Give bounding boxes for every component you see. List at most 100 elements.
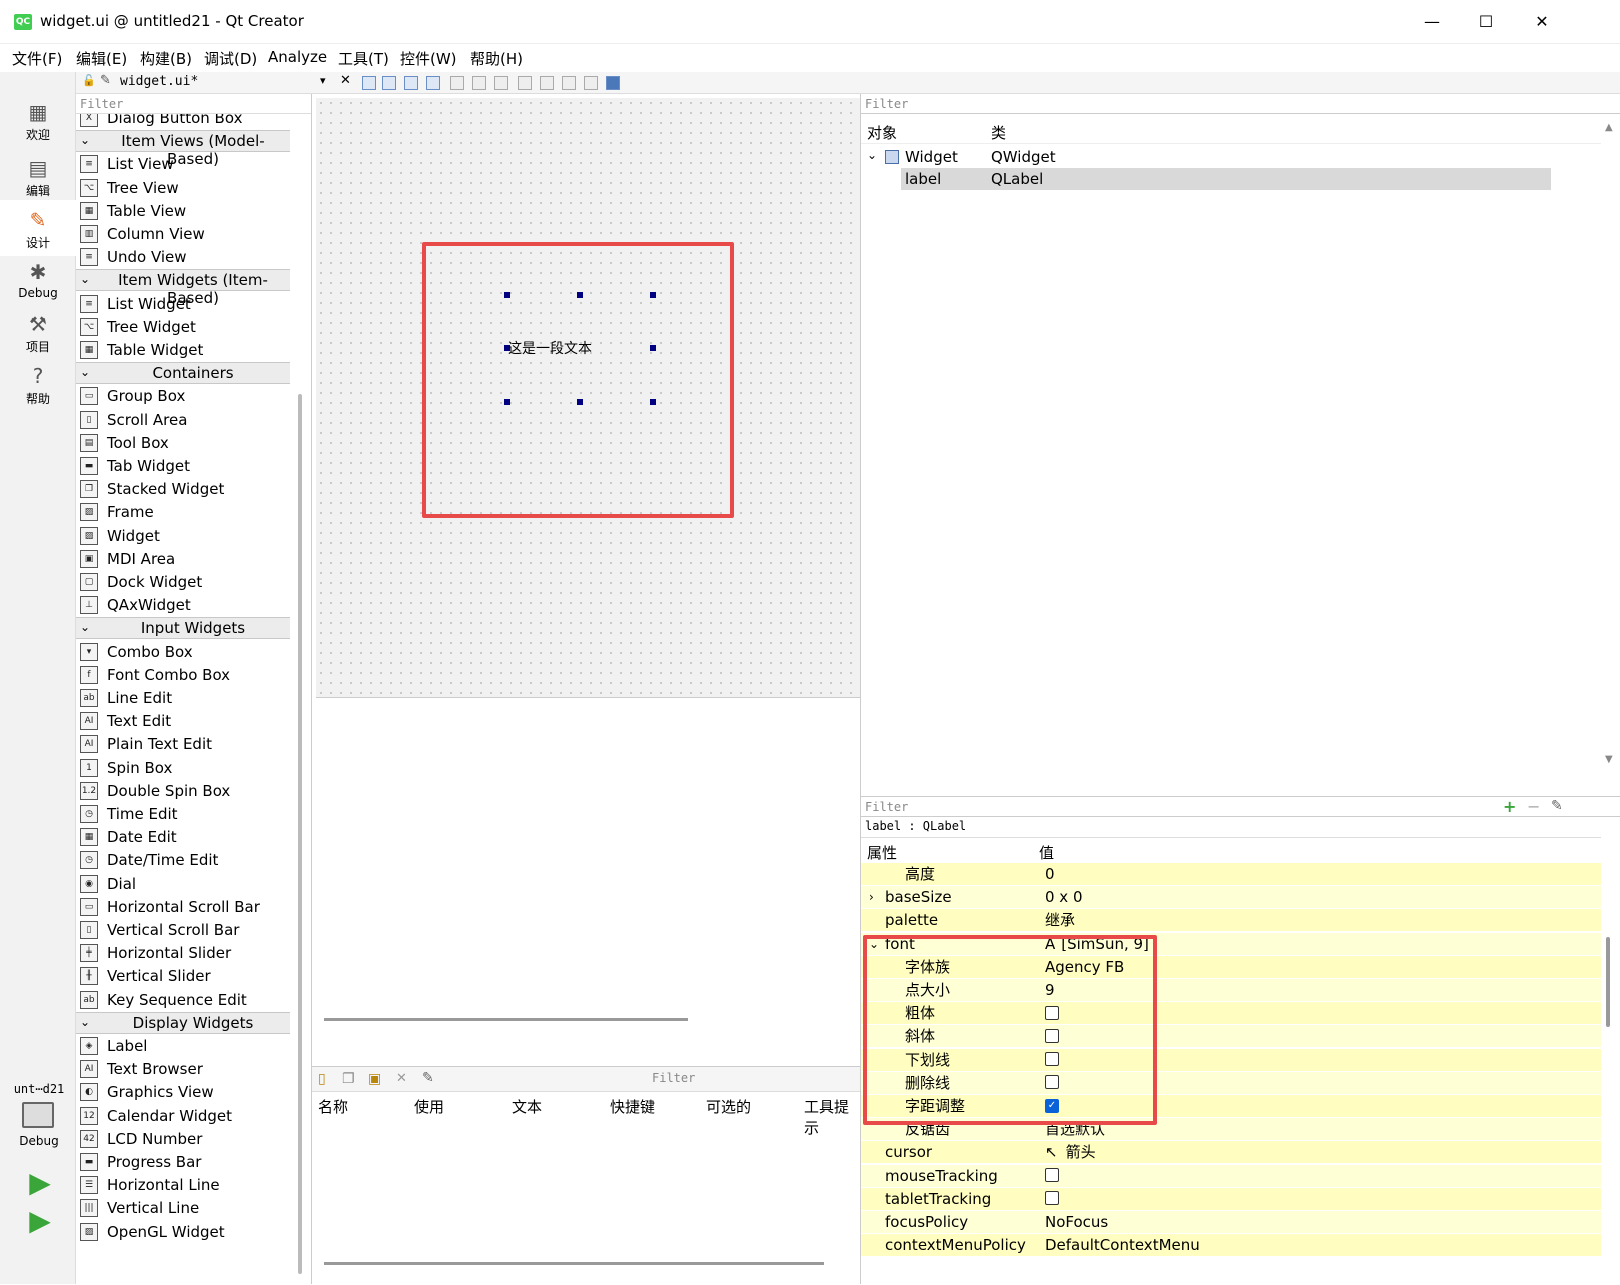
widget-category[interactable]: ⌄ Item Widgets (Item-Based) xyxy=(76,269,290,307)
checkbox[interactable] xyxy=(1045,1191,1059,1206)
mode-projects[interactable]: ⚒ 项目 xyxy=(0,304,76,360)
widget-category[interactable]: ⌄ Display Widgets xyxy=(76,1011,290,1034)
widget-item[interactable]: 1 Spin Box xyxy=(76,756,294,780)
layout-v-splitter-icon[interactable] xyxy=(518,76,532,90)
widget-item[interactable]: ▤ Tool Box xyxy=(76,431,294,455)
widget-item[interactable]: AI Text Edit xyxy=(76,709,294,733)
widget-item[interactable]: AI Text Browser xyxy=(76,1057,294,1081)
paste-action-icon[interactable]: ▣ xyxy=(368,1071,381,1087)
property-scrollbar[interactable] xyxy=(1606,937,1610,1027)
widget-item[interactable]: f Font Combo Box xyxy=(76,663,294,687)
new-action-icon[interactable]: ▯ xyxy=(318,1071,326,1087)
widget-item[interactable]: ◷ Time Edit xyxy=(76,802,294,826)
menu-debug[interactable]: 调试(D) xyxy=(204,48,257,69)
widget-item[interactable]: ◈ Label xyxy=(76,1034,294,1058)
resize-handle[interactable] xyxy=(577,292,583,298)
adjust-size-icon[interactable] xyxy=(606,76,620,90)
widget-item[interactable]: X Dialog Button Box xyxy=(76,114,294,130)
chevron-down-icon[interactable]: ⌄ xyxy=(867,148,877,162)
widget-box-filter[interactable]: Filter xyxy=(76,94,311,114)
widget-item[interactable]: ▯ Vertical Scroll Bar xyxy=(76,918,294,942)
chevron-down-icon[interactable]: ⌄ xyxy=(80,365,90,379)
column-header[interactable]: 可选的 xyxy=(706,1096,751,1117)
tree-row-selected[interactable]: label QLabel xyxy=(901,168,1551,190)
property-value[interactable]: ↖ 箭头 xyxy=(1041,1141,1601,1164)
widget-item[interactable]: 42 LCD Number xyxy=(76,1127,294,1151)
minimize-icon[interactable]: — xyxy=(1422,12,1442,32)
column-header[interactable]: 类 xyxy=(991,122,1006,143)
widget-item[interactable]: ❐ Stacked Widget xyxy=(76,477,294,501)
widget-item[interactable]: ◐ Graphics View xyxy=(76,1080,294,1104)
column-header[interactable]: 属性 xyxy=(867,842,897,863)
close-document-icon[interactable]: ✕ xyxy=(340,73,351,88)
checkbox[interactable] xyxy=(1045,1168,1059,1183)
open-file-name[interactable]: widget.ui* xyxy=(120,74,198,89)
mode-edit[interactable]: ▤ 编辑 xyxy=(0,148,76,204)
widget-item[interactable]: ▯ Scroll Area xyxy=(76,408,294,432)
resize-handle[interactable] xyxy=(504,399,510,405)
column-header[interactable]: 名称 xyxy=(318,1096,348,1117)
widget-item[interactable]: ⌥ Tree Widget xyxy=(76,315,294,339)
menu-analyze[interactable]: Analyze xyxy=(268,48,327,66)
scroll-down-icon[interactable]: ▼ xyxy=(1605,754,1613,765)
mode-design[interactable]: ✎ 设计 xyxy=(0,200,76,256)
widget-item[interactable]: ▭ Group Box xyxy=(76,384,294,408)
widget-item[interactable]: ▢ Dock Widget xyxy=(76,570,294,594)
edit-buddies-icon[interactable] xyxy=(404,76,418,90)
column-header[interactable]: 文本 xyxy=(512,1096,542,1117)
resize-handle[interactable] xyxy=(650,345,656,351)
delete-action-icon[interactable]: ✕ xyxy=(396,1071,407,1086)
widget-item[interactable]: ▦ Date Edit xyxy=(76,825,294,849)
widget-item[interactable]: ▨ Widget xyxy=(76,524,294,548)
chevron-down-icon[interactable]: ⌄ xyxy=(80,620,90,634)
property-value[interactable]: 0 x 0 xyxy=(1041,886,1601,909)
resize-handle[interactable] xyxy=(504,292,510,298)
widget-item[interactable]: ▭ Horizontal Scroll Bar xyxy=(76,895,294,919)
layout-grid-icon[interactable] xyxy=(540,76,554,90)
menu-edit[interactable]: 编辑(E) xyxy=(76,48,127,69)
object-inspector-filter[interactable]: Filter xyxy=(861,94,1620,114)
property-value[interactable] xyxy=(1041,1188,1601,1211)
menu-file[interactable]: 文件(F) xyxy=(12,48,62,69)
widget-item[interactable]: 1.2 Double Spin Box xyxy=(76,779,294,803)
column-header[interactable]: 使用 xyxy=(414,1096,444,1117)
property-row[interactable]: contextMenuPolicy DefaultContextMenu xyxy=(861,1234,1601,1258)
widget-item[interactable]: ◉ Dial xyxy=(76,872,294,896)
column-header[interactable]: 工具提示 xyxy=(804,1096,860,1138)
chevron-down-icon[interactable]: ⌄ xyxy=(80,1015,90,1029)
widget-box-scrollbar[interactable] xyxy=(298,394,302,1274)
remove-property-icon[interactable]: − xyxy=(1527,797,1540,816)
edit-signals-icon[interactable] xyxy=(382,76,396,90)
property-row[interactable]: 高度 0 xyxy=(861,863,1601,886)
mode-debug[interactable]: ✱ Debug xyxy=(0,252,76,308)
property-value[interactable]: 0 xyxy=(1041,863,1601,886)
run-icon[interactable]: ▶ xyxy=(22,1168,58,1198)
debug-run-icon[interactable]: ▶ xyxy=(22,1206,58,1236)
widget-item[interactable]: ▦ Table View xyxy=(76,199,294,223)
widget-item[interactable]: ╫ Vertical Slider xyxy=(76,964,294,988)
action-filter[interactable]: Filter xyxy=(652,1071,695,1085)
resize-handle[interactable] xyxy=(650,399,656,405)
mode-welcome[interactable]: ▦ 欢迎 xyxy=(0,92,76,148)
form-label-widget[interactable]: 这是一段文本 xyxy=(508,338,592,358)
widget-item[interactable]: ▨ OpenGL Widget xyxy=(76,1220,294,1244)
column-header[interactable]: 快捷键 xyxy=(610,1096,655,1117)
widget-item[interactable]: ⌥ Tree View xyxy=(76,176,294,200)
property-value[interactable] xyxy=(1041,1165,1601,1188)
break-layout-icon[interactable] xyxy=(584,76,598,90)
property-row[interactable]: tabletTracking xyxy=(861,1187,1601,1211)
widget-item[interactable]: ☰ Horizontal Line xyxy=(76,1173,294,1197)
menu-help[interactable]: 帮助(H) xyxy=(470,48,523,69)
menu-build[interactable]: 构建(B) xyxy=(140,48,192,69)
widget-item[interactable]: ▾ Combo Box xyxy=(76,640,294,664)
widget-item[interactable]: ▣ MDI Area xyxy=(76,547,294,571)
widget-category[interactable]: ⌄ Containers xyxy=(76,362,290,385)
property-row[interactable]: › baseSize 0 x 0 xyxy=(861,886,1601,910)
widget-item[interactable]: ≡ List View xyxy=(76,152,294,176)
widget-item[interactable]: ▬ Progress Bar xyxy=(76,1150,294,1174)
menu-tools[interactable]: 工具(T) xyxy=(338,48,389,69)
resize-handle[interactable] xyxy=(650,292,656,298)
widget-item[interactable]: ⊥ QAxWidget xyxy=(76,593,294,617)
action-editor-hscrollbar[interactable] xyxy=(324,1262,824,1265)
property-value[interactable]: 继承 xyxy=(1041,909,1601,932)
